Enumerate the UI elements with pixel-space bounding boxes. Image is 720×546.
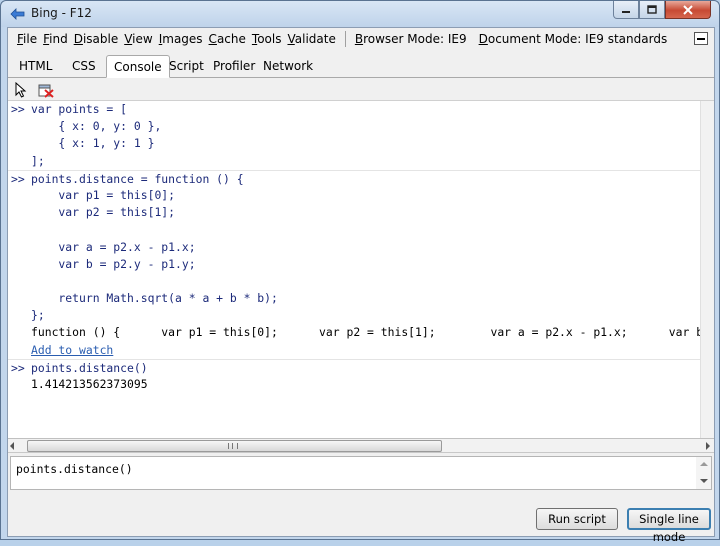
menu-separator: [344, 31, 346, 47]
menu-images[interactable]: Images: [156, 32, 206, 46]
script-input[interactable]: [16, 460, 686, 478]
menu-validate[interactable]: Validate: [284, 32, 338, 46]
console-output-line: function () { var p1 = this[0]; var p2 =…: [8, 324, 700, 341]
console-horizontal-scrollbar[interactable]: [8, 439, 714, 453]
minimize-icon: [622, 10, 630, 13]
console-input-line: var p2 = this[1];: [8, 204, 700, 221]
collapse-panel-button[interactable]: [694, 32, 708, 45]
menu-bar: File Find Disable View Images Cache Tool…: [8, 28, 714, 50]
f12-tools-icon: [10, 8, 25, 20]
title-bar[interactable]: Bing - F12: [1, 1, 719, 27]
menu-document-mode[interactable]: Document Mode: IE9 standards: [476, 32, 671, 46]
console-line-text: points.distance(): [31, 360, 148, 375]
console-input-line: return Math.sqrt(a * a + b * b);: [8, 290, 700, 307]
console-input-line: { x: 1, y: 1 }: [8, 135, 700, 152]
console-input-line: >> points.distance = function () {: [8, 169, 700, 187]
tab-css[interactable]: CSS: [65, 55, 103, 78]
console-line-text: var a = p2.x - p1.x;: [31, 239, 196, 254]
run-script-button[interactable]: Run script: [536, 508, 618, 530]
scroll-grip-icon: [228, 443, 238, 449]
tab-console[interactable]: Console: [106, 55, 170, 78]
console-prompt: >>: [11, 171, 25, 186]
console-lines: >> var points = [ { x: 0, y: 0 }, { x: 1,…: [8, 101, 700, 438]
console-line-text: };: [31, 308, 45, 323]
select-element-pointer-icon[interactable]: [14, 82, 28, 98]
maximize-icon: [647, 5, 657, 14]
scroll-down-arrow-icon[interactable]: [700, 479, 708, 483]
menu-browser-mode[interactable]: Browser Mode: IE9: [352, 32, 470, 46]
single-line-mode-button[interactable]: Single line mode: [627, 508, 711, 544]
console-vertical-scrollbar[interactable]: [700, 101, 714, 438]
console-input-line: >> var points = [: [8, 101, 700, 118]
console-line-text: var b = p2.y - p1.y;: [31, 256, 196, 271]
tab-html[interactable]: HTML: [12, 55, 59, 78]
console-prompt: >>: [11, 102, 25, 116]
scroll-up-arrow-icon[interactable]: [700, 462, 708, 466]
console-toolbar: [8, 79, 714, 101]
console-line-text: points.distance = function () {: [31, 171, 244, 186]
console-line-text: var points = [: [31, 102, 128, 116]
devtools-client-area: File Find Disable View Images Cache Tool…: [7, 27, 715, 544]
minimize-button[interactable]: [613, 1, 639, 19]
menu-find[interactable]: Find: [40, 32, 71, 46]
close-button[interactable]: [665, 1, 711, 19]
script-input-pane: [10, 456, 712, 490]
console-line-text: return Math.sqrt(a * a + b * b);: [31, 291, 278, 306]
scroll-right-arrow-icon[interactable]: [706, 442, 710, 450]
console-line-text: { x: 1, y: 1 }: [31, 136, 155, 151]
console-line-text: function () { var p1 = this[0]; var p2 =…: [31, 325, 700, 340]
console-input-line: var b = p2.y - p1.y;: [8, 256, 700, 273]
menu-view[interactable]: View: [121, 32, 155, 46]
input-vertical-scrollbar[interactable]: [696, 457, 711, 489]
tab-script[interactable]: Script: [162, 55, 211, 78]
close-icon: [683, 4, 693, 15]
console-input-line: [8, 273, 700, 290]
maximize-button[interactable]: [639, 1, 665, 19]
f12-developer-tools-window: Bing - F12 File Find Disable View Images…: [0, 0, 720, 544]
console-line-text: 1.414213562373095: [31, 377, 148, 391]
console-input-line: var p1 = this[0];: [8, 187, 700, 204]
console-line-text: { x: 0, y: 0 },: [31, 119, 162, 134]
console-output-pane[interactable]: >> var points = [ { x: 0, y: 0 }, { x: 1,…: [8, 101, 714, 439]
tab-network[interactable]: Network: [256, 55, 320, 78]
console-input-line: var a = p2.x - p1.x;: [8, 239, 700, 256]
console-input-line: ];: [8, 153, 700, 170]
tab-profiler[interactable]: Profiler: [206, 55, 262, 78]
console-input-line: [8, 221, 700, 238]
console-input-line: { x: 0, y: 0 },: [8, 118, 700, 135]
clear-console-icon[interactable]: [38, 82, 54, 98]
console-output-line: 1.414213562373095: [8, 376, 700, 393]
console-line-text: var p2 = this[1];: [31, 205, 176, 220]
menu-disable[interactable]: Disable: [71, 32, 122, 46]
console-input-line: >> points.distance(): [8, 358, 700, 376]
console-input-line: };: [8, 307, 700, 324]
horizontal-scroll-thumb[interactable]: [27, 440, 442, 452]
add-to-watch-link[interactable]: Add to watch: [8, 342, 700, 359]
console-prompt: >>: [11, 360, 25, 375]
console-line-text: ];: [31, 153, 45, 168]
scroll-left-arrow-icon[interactable]: [10, 442, 14, 450]
window-title: Bing - F12: [31, 6, 92, 20]
tab-bar: HTML CSS Console Script Profiler Network: [8, 52, 714, 78]
console-line-text[interactable]: Add to watch: [31, 342, 113, 359]
menu-file[interactable]: File: [14, 32, 40, 46]
menu-cache[interactable]: Cache: [206, 32, 249, 46]
console-line-text: var p1 = this[0];: [31, 187, 176, 202]
menu-tools[interactable]: Tools: [249, 32, 285, 46]
